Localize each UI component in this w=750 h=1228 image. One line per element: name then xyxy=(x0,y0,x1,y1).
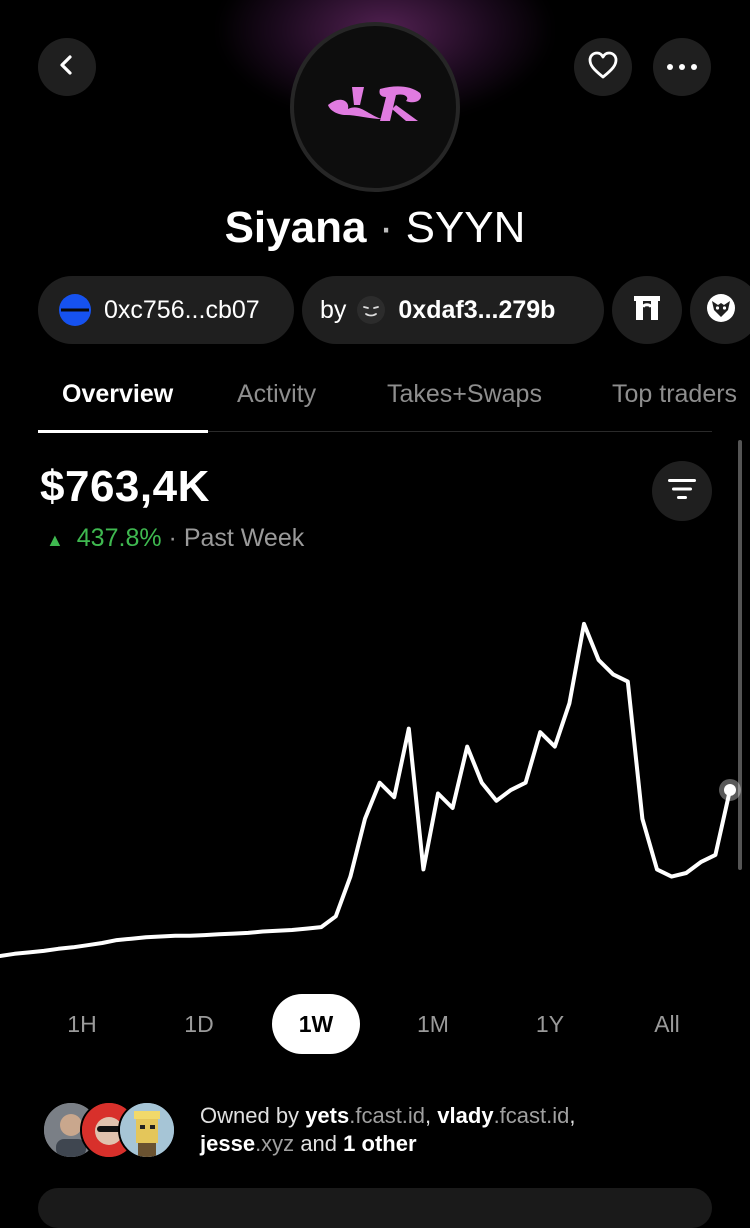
price-change: ▲ 437.8% · Past Week xyxy=(46,524,304,553)
gate-icon xyxy=(632,293,662,328)
owner-1-domain: .fcast.id xyxy=(349,1103,426,1128)
owner-3-domain: .xyz xyxy=(255,1131,295,1156)
tab-top-traders[interactable]: Top traders xyxy=(612,380,737,409)
owner-2-domain: .fcast.id xyxy=(493,1103,570,1128)
fox-icon xyxy=(706,293,736,328)
favorite-button[interactable] xyxy=(574,38,632,96)
gate-button[interactable] xyxy=(612,276,682,344)
owners-comma-2: , xyxy=(569,1103,576,1128)
market-cap-value: $763,4K xyxy=(40,462,210,511)
triangle-up-icon: ▲ xyxy=(46,530,64,550)
token-avatar xyxy=(290,22,460,192)
creator-chip[interactable]: by 0xdaf3...279b xyxy=(302,276,604,344)
owner-1-name[interactable]: yets xyxy=(305,1103,349,1128)
owners-prefix: Owned by xyxy=(200,1103,300,1128)
range-1d[interactable]: 1D xyxy=(155,994,243,1054)
contract-address: 0xc756...cb07 xyxy=(104,295,260,324)
fox-button[interactable] xyxy=(690,276,750,344)
creator-address: 0xdaf3...279b xyxy=(398,295,556,324)
range-1h[interactable]: 1H xyxy=(38,994,126,1054)
back-button[interactable] xyxy=(38,38,96,96)
change-period: Past Week xyxy=(183,524,305,552)
current-point-marker xyxy=(724,783,736,796)
tab-takes-swaps[interactable]: Takes+Swaps xyxy=(387,380,542,409)
owners-avatars[interactable] xyxy=(42,1101,182,1159)
token-title: Siyana · SYYN xyxy=(0,198,750,258)
price-chart[interactable] xyxy=(0,560,750,1000)
base-chain-icon xyxy=(58,293,92,327)
chevron-left-icon xyxy=(54,52,80,83)
token-symbol: SYYN xyxy=(405,203,526,252)
active-tab-indicator xyxy=(38,430,208,433)
more-horizontal-icon xyxy=(666,58,698,76)
chart-filter-button[interactable] xyxy=(652,461,712,521)
token-name: Siyana xyxy=(224,203,367,252)
contract-address-chip[interactable]: 0xc756...cb07 xyxy=(38,276,294,344)
tab-bar: Overview Activity Takes+Swaps Top trader… xyxy=(0,380,750,434)
range-1y[interactable]: 1Y xyxy=(506,994,594,1054)
owner-2-name[interactable]: vlady xyxy=(437,1103,493,1128)
creator-face-icon xyxy=(356,295,386,325)
price-line xyxy=(0,621,732,958)
time-range-selector: 1H 1D 1W 1M 1Y All xyxy=(0,994,750,1054)
change-percent: 437.8% xyxy=(76,524,162,552)
more-button[interactable] xyxy=(653,38,711,96)
creator-prefix: by xyxy=(320,295,347,324)
siyana-logo-icon xyxy=(320,75,430,140)
bottom-card xyxy=(38,1188,712,1228)
heart-icon xyxy=(587,50,619,85)
owners-text: Owned by yets.fcast.id, vlady.fcast.id, … xyxy=(200,1102,576,1158)
owners-comma-1: , xyxy=(425,1103,432,1128)
range-1w[interactable]: 1W xyxy=(272,994,360,1054)
range-1m[interactable]: 1M xyxy=(389,994,477,1054)
title-separator: · xyxy=(378,203,394,252)
owner-3-name[interactable]: jesse xyxy=(200,1131,255,1156)
filter-lines-icon xyxy=(667,478,697,505)
tab-activity[interactable]: Activity xyxy=(237,380,316,409)
owners-and: and xyxy=(300,1131,338,1156)
range-all[interactable]: All xyxy=(623,994,711,1054)
owner-avatar-3 xyxy=(118,1101,176,1159)
change-separator: · xyxy=(168,524,177,552)
owners-others[interactable]: 1 other xyxy=(343,1131,416,1156)
tab-overview[interactable]: Overview xyxy=(62,380,173,409)
